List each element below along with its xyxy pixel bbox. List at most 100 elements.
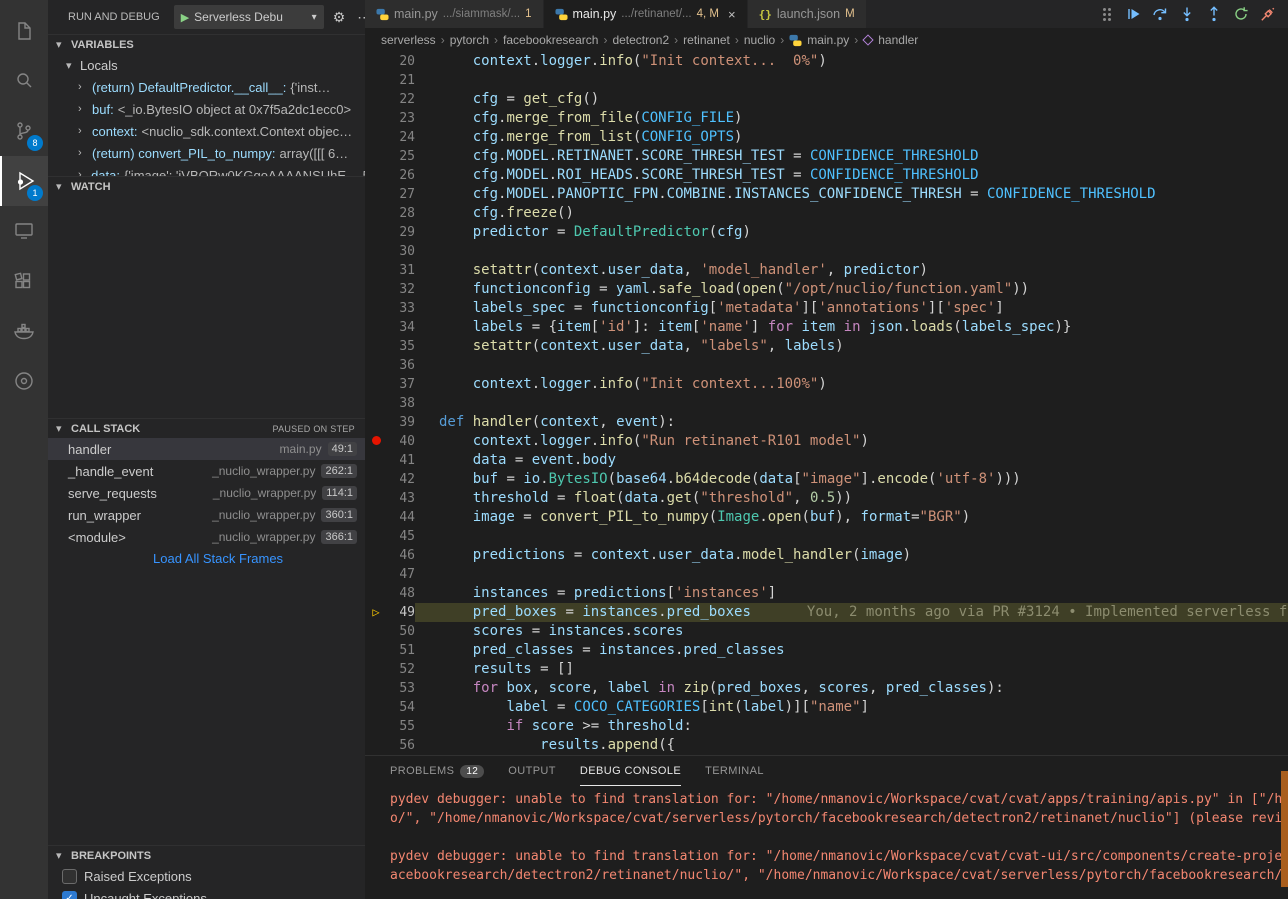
checkbox-checked[interactable]: ✓: [62, 891, 77, 899]
tab-problems[interactable]: PROBLEMS 12: [390, 756, 484, 786]
code-line[interactable]: 22 cfg = get_cfg(): [365, 90, 1288, 109]
code-line[interactable]: 33 labels_spec = functionconfig['metadat…: [365, 299, 1288, 318]
debug-config-dropdown[interactable]: ▶ Serverless Debu ▾: [174, 5, 324, 29]
gutter[interactable]: [365, 527, 387, 546]
tab-debug-console[interactable]: DEBUG CONSOLE: [580, 756, 681, 786]
gutter[interactable]: [365, 622, 387, 641]
code-line[interactable]: 40 context.logger.info("Run retinanet-R1…: [365, 432, 1288, 451]
code-line[interactable]: 56 results.append({: [365, 736, 1288, 755]
code-line[interactable]: 42 buf = io.BytesIO(base64.b64decode(dat…: [365, 470, 1288, 489]
code-line[interactable]: 55 if score >= threshold:: [365, 717, 1288, 736]
explorer-icon[interactable]: [0, 6, 48, 56]
code-line[interactable]: ▷49 pred_boxes = instances.pred_boxesYou…: [365, 603, 1288, 622]
code-line[interactable]: 41 data = event.body: [365, 451, 1288, 470]
call-stack-section-header[interactable]: ▾ CALL STACK PAUSED ON STEP: [48, 418, 365, 438]
tab-output[interactable]: OUTPUT: [508, 756, 556, 786]
breadcrumb-item[interactable]: facebookresearch: [503, 33, 598, 47]
variable-row[interactable]: ›context: <nuclio_sdk.context.Context ob…: [48, 120, 365, 142]
gutter[interactable]: [365, 71, 387, 90]
gutter[interactable]: [365, 375, 387, 394]
code-line[interactable]: 21: [365, 71, 1288, 90]
gutter[interactable]: [365, 318, 387, 337]
continue-icon[interactable]: [1125, 6, 1141, 22]
extensions-icon[interactable]: [0, 256, 48, 306]
gutter[interactable]: [365, 356, 387, 375]
remote-explorer-icon[interactable]: [0, 206, 48, 256]
breakpoints-section-header[interactable]: ▾ BREAKPOINTS: [48, 845, 365, 865]
stack-frame-row[interactable]: <module>_nuclio_wrapper.py366:1: [48, 526, 365, 548]
breadcrumb-item[interactable]: main.py: [807, 33, 849, 47]
variable-row[interactable]: ›data: {'image': 'iVBORw0KGgoAAAANSUhE… …: [48, 164, 365, 176]
raised-exceptions-option[interactable]: Raised Exceptions: [48, 865, 365, 887]
variables-section-header[interactable]: ▾ VARIABLES: [48, 34, 365, 54]
gutter[interactable]: [365, 413, 387, 432]
start-debugging-icon[interactable]: ▶: [181, 11, 189, 24]
code-line[interactable]: 38: [365, 394, 1288, 413]
gutter[interactable]: [365, 394, 387, 413]
stack-frame-row[interactable]: run_wrapper_nuclio_wrapper.py360:1: [48, 504, 365, 526]
gutter[interactable]: [365, 52, 387, 71]
code-editor[interactable]: 20 context.logger.info("Init context... …: [365, 52, 1288, 755]
gutter[interactable]: [365, 698, 387, 717]
code-line[interactable]: 53 for box, score, label in zip(pred_box…: [365, 679, 1288, 698]
gutter[interactable]: [365, 432, 387, 451]
variable-row[interactable]: ›(return) convert_PIL_to_numpy: array([[…: [48, 142, 365, 164]
code-line[interactable]: 26 cfg.MODEL.ROI_HEADS.SCORE_THRESH_TEST…: [365, 166, 1288, 185]
breadcrumb-item[interactable]: detectron2: [612, 33, 669, 47]
source-control-icon[interactable]: 8: [0, 106, 48, 156]
breadcrumb-item[interactable]: handler: [878, 33, 918, 47]
code-line[interactable]: 31 setattr(context.user_data, 'model_han…: [365, 261, 1288, 280]
tab-terminal[interactable]: TERMINAL: [705, 756, 764, 786]
stack-frame-row[interactable]: _handle_event_nuclio_wrapper.py262:1: [48, 460, 365, 482]
gutter[interactable]: [365, 204, 387, 223]
panel-scrollbar[interactable]: [1281, 771, 1288, 887]
code-line[interactable]: 45: [365, 527, 1288, 546]
code-line[interactable]: 47: [365, 565, 1288, 584]
code-line[interactable]: 44 image = convert_PIL_to_numpy(Image.op…: [365, 508, 1288, 527]
breadcrumb-item[interactable]: nuclio: [744, 33, 775, 47]
gutter[interactable]: [365, 90, 387, 109]
code-line[interactable]: 32 functionconfig = yaml.safe_load(open(…: [365, 280, 1288, 299]
more-actions-icon[interactable]: ⋯: [354, 9, 365, 26]
code-line[interactable]: 29 predictor = DefaultPredictor(cfg): [365, 223, 1288, 242]
gutter[interactable]: [365, 337, 387, 356]
variable-row[interactable]: ›buf: <_io.BytesIO object at 0x7f5a2dc1e…: [48, 98, 365, 120]
plugin-circle-icon[interactable]: [0, 356, 48, 406]
gutter[interactable]: [365, 679, 387, 698]
step-out-icon[interactable]: [1206, 6, 1222, 22]
code-line[interactable]: 52 results = []: [365, 660, 1288, 679]
gutter[interactable]: [365, 280, 387, 299]
code-line[interactable]: 50 scores = instances.scores: [365, 622, 1288, 641]
stack-frame-row[interactable]: serve_requests_nuclio_wrapper.py114:1: [48, 482, 365, 504]
drag-handle-icon[interactable]: [1103, 7, 1112, 21]
step-over-icon[interactable]: [1152, 6, 1168, 22]
editor-tab[interactable]: main.py.../retinanet/...4, M×: [544, 0, 748, 28]
code-line[interactable]: 46 predictions = context.user_data.model…: [365, 546, 1288, 565]
gutter[interactable]: [365, 451, 387, 470]
gutter[interactable]: [365, 565, 387, 584]
gutter[interactable]: [365, 185, 387, 204]
stack-frame-row[interactable]: handlermain.py49:1: [48, 438, 365, 460]
gutter[interactable]: [365, 584, 387, 603]
code-line[interactable]: 36: [365, 356, 1288, 375]
code-line[interactable]: 43 threshold = float(data.get("threshold…: [365, 489, 1288, 508]
variable-row[interactable]: ›(return) DefaultPredictor.__call__: {'i…: [48, 76, 365, 98]
gutter[interactable]: [365, 508, 387, 527]
code-line[interactable]: 23 cfg.merge_from_file(CONFIG_FILE): [365, 109, 1288, 128]
code-line[interactable]: 24 cfg.merge_from_list(CONFIG_OPTS): [365, 128, 1288, 147]
load-all-stack-frames-link[interactable]: Load All Stack Frames: [48, 548, 365, 568]
watch-section-header[interactable]: ▾ WATCH: [48, 176, 365, 196]
gutter[interactable]: [365, 717, 387, 736]
code-line[interactable]: 27 cfg.MODEL.PANOPTIC_FPN.COMBINE.INSTAN…: [365, 185, 1288, 204]
gutter[interactable]: ▷: [365, 603, 387, 622]
editor-tab[interactable]: {}launch.jsonM: [748, 0, 867, 28]
gutter[interactable]: [365, 223, 387, 242]
disconnect-icon[interactable]: [1260, 6, 1276, 22]
breadcrumb-item[interactable]: retinanet: [683, 33, 730, 47]
close-icon[interactable]: ×: [728, 7, 736, 22]
breadcrumb-item[interactable]: serverless: [381, 33, 436, 47]
gutter[interactable]: [365, 242, 387, 261]
code-line[interactable]: 39def handler(context, event):: [365, 413, 1288, 432]
code-line[interactable]: 51 pred_classes = instances.pred_classes: [365, 641, 1288, 660]
locals-scope-row[interactable]: ▾ Locals: [48, 54, 365, 76]
